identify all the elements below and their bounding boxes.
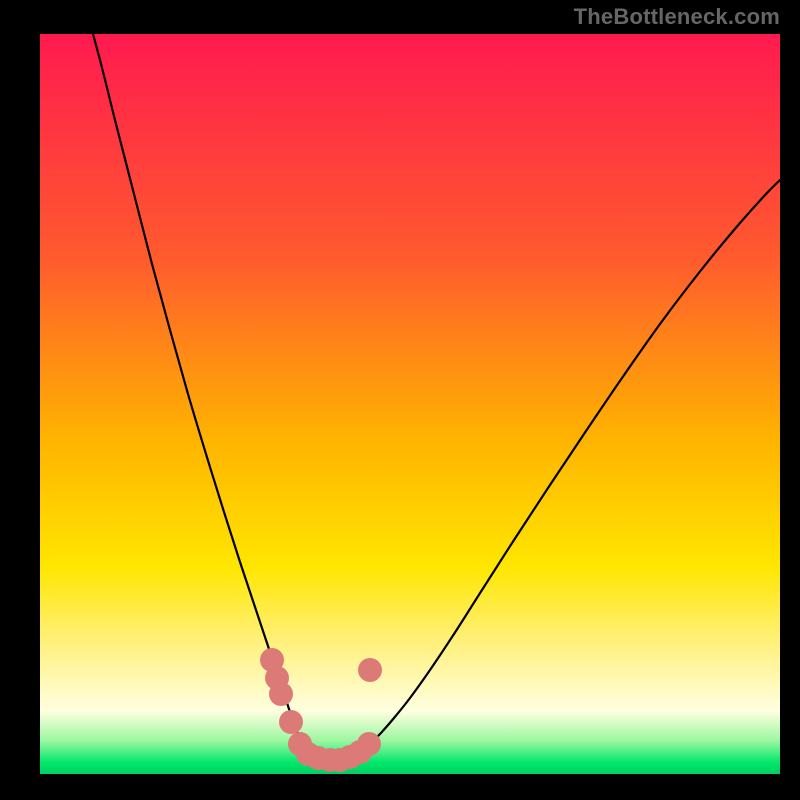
data-point: [279, 710, 303, 734]
plot-svg: [40, 34, 780, 774]
data-point: [357, 732, 381, 756]
data-point: [269, 682, 293, 706]
watermark-text: TheBottleneck.com: [574, 4, 780, 30]
chart-frame: TheBottleneck.com: [0, 0, 800, 800]
gradient-background: [40, 34, 780, 774]
plot-area: [40, 34, 780, 774]
data-point: [358, 658, 382, 682]
